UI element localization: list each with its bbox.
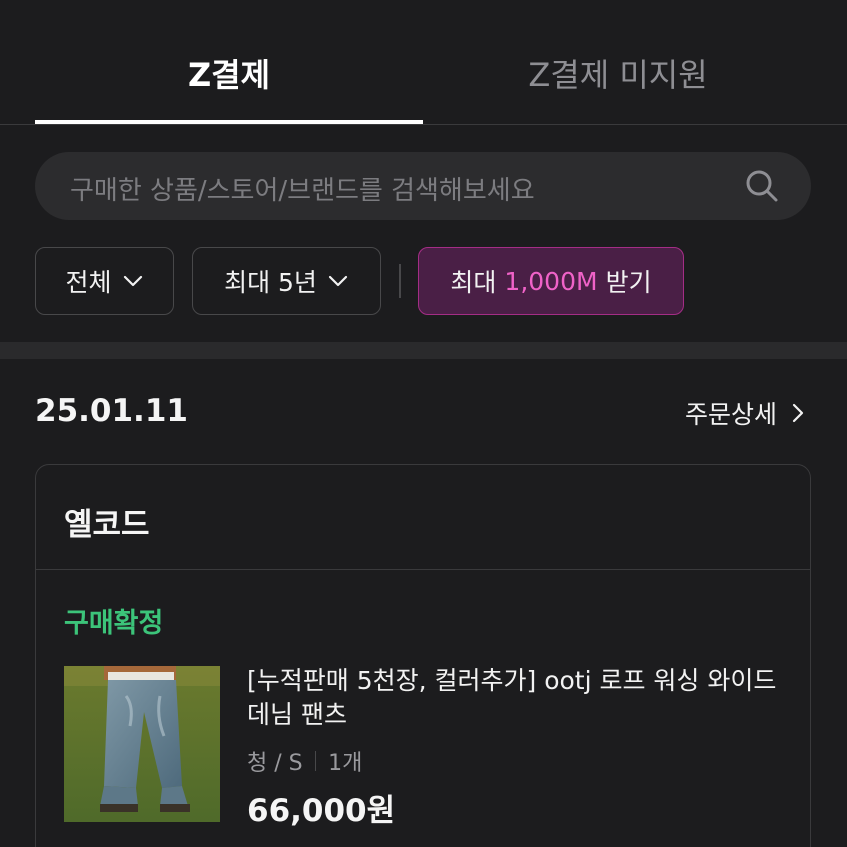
chevron-down-icon (123, 275, 142, 287)
order-detail-label: 주문상세 (684, 400, 777, 429)
store-name[interactable]: 옐코드 (64, 499, 150, 544)
product-image (64, 666, 220, 822)
search-icon[interactable] (745, 169, 779, 203)
promo-reward-button[interactable]: 최대 1,000M 받기 (418, 247, 684, 315)
order-history-screen: Z결제 Z결제 미지원 구매한 상품/스토어/브랜드를 검색해보세요 전체 최대… (0, 0, 847, 847)
filter-period-dropdown[interactable]: 최대 5년 (192, 247, 381, 315)
product-title[interactable]: [누적판매 5천장, 컬러추가] ootj 로프 워싱 와이드 데님 팬츠 (247, 664, 792, 732)
order-detail-link[interactable]: 주문상세 (685, 395, 805, 431)
chevron-down-icon (328, 275, 348, 287)
tab-z-payment-unsupported[interactable]: Z결제 미지원 (424, 50, 812, 100)
product-option: 청 / S (247, 751, 303, 776)
product-price: 66,000원 (247, 793, 396, 829)
search-placeholder: 구매한 상품/스토어/브랜드를 검색해보세요 (70, 176, 535, 206)
filter-period-label: 최대 5년 (224, 268, 317, 297)
search-input[interactable]: 구매한 상품/스토어/브랜드를 검색해보세요 (35, 152, 811, 220)
filter-divider (399, 264, 401, 298)
section-divider (0, 342, 847, 359)
card-divider (36, 569, 810, 570)
promo-amount: 1,000M (504, 266, 598, 296)
product-thumbnail[interactable] (64, 666, 220, 822)
payment-tabs: Z결제 Z결제 미지원 (0, 0, 847, 125)
order-card: 옐코드 구매확정 [누적판매 5천장, 컬러추가] ootj 로프 워싱 와이드… (35, 464, 811, 847)
promo-suffix: 받기 (605, 268, 652, 297)
option-divider (314, 751, 317, 771)
order-status: 구매확정 (64, 608, 164, 639)
tab-z-payment[interactable]: Z결제 (35, 50, 423, 100)
order-date: 25.01.11 (35, 393, 188, 429)
promo-prefix: 최대 (450, 268, 497, 297)
chevron-right-icon (792, 403, 804, 423)
filter-all-label: 전체 (65, 268, 112, 297)
product-quantity: 1개 (328, 751, 363, 776)
filter-all-dropdown[interactable]: 전체 (35, 247, 174, 315)
product-option-row: 청 / S 1개 (247, 745, 362, 777)
active-tab-indicator (35, 120, 423, 124)
